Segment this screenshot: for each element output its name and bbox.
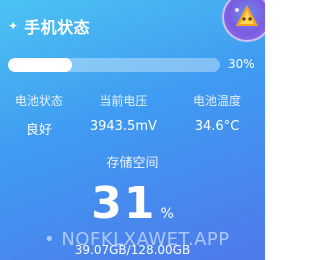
battery-percent: 30% xyxy=(228,57,255,71)
avatar-icon xyxy=(235,5,258,26)
storage-detail: 39.07GB/128.00GB xyxy=(74,243,191,257)
battery-progress-bar xyxy=(8,58,220,72)
stat-label: 电池状态 xyxy=(14,94,63,108)
stat-voltage: 当前电压 3943.5mV xyxy=(78,92,169,138)
storage-label: 存储空间 xyxy=(106,156,159,171)
stat-temperature: 电池温度 34.6°C xyxy=(169,92,265,138)
stat-label: 电池温度 xyxy=(193,94,242,108)
stat-value: 34.6°C xyxy=(194,119,240,134)
storage-percent-symbol: % xyxy=(160,206,174,222)
storage-percent-value: 31 xyxy=(91,178,157,229)
sparkle-icon: ✦ xyxy=(8,19,19,33)
avatar[interactable] xyxy=(222,0,265,42)
page-title: 手机状态 xyxy=(24,18,91,37)
battery-stats: 电池状态 良好 当前电压 3943.5mV 电池温度 34.6°C xyxy=(0,92,265,138)
header: ✦ 手机状态 xyxy=(8,14,90,38)
storage-percent: 31% xyxy=(0,178,265,229)
phone-status-card: ✦ 手机状态 30% 电池状态 良好 当前电压 3943.5mV 电池温度 34… xyxy=(0,0,265,260)
stat-value: 3943.5mV xyxy=(89,119,157,134)
stat-value: 良好 xyxy=(25,123,52,138)
stat-label: 当前电压 xyxy=(99,94,148,108)
stat-battery-status: 电池状态 良好 xyxy=(0,92,78,138)
battery-progress-fill xyxy=(8,58,72,72)
